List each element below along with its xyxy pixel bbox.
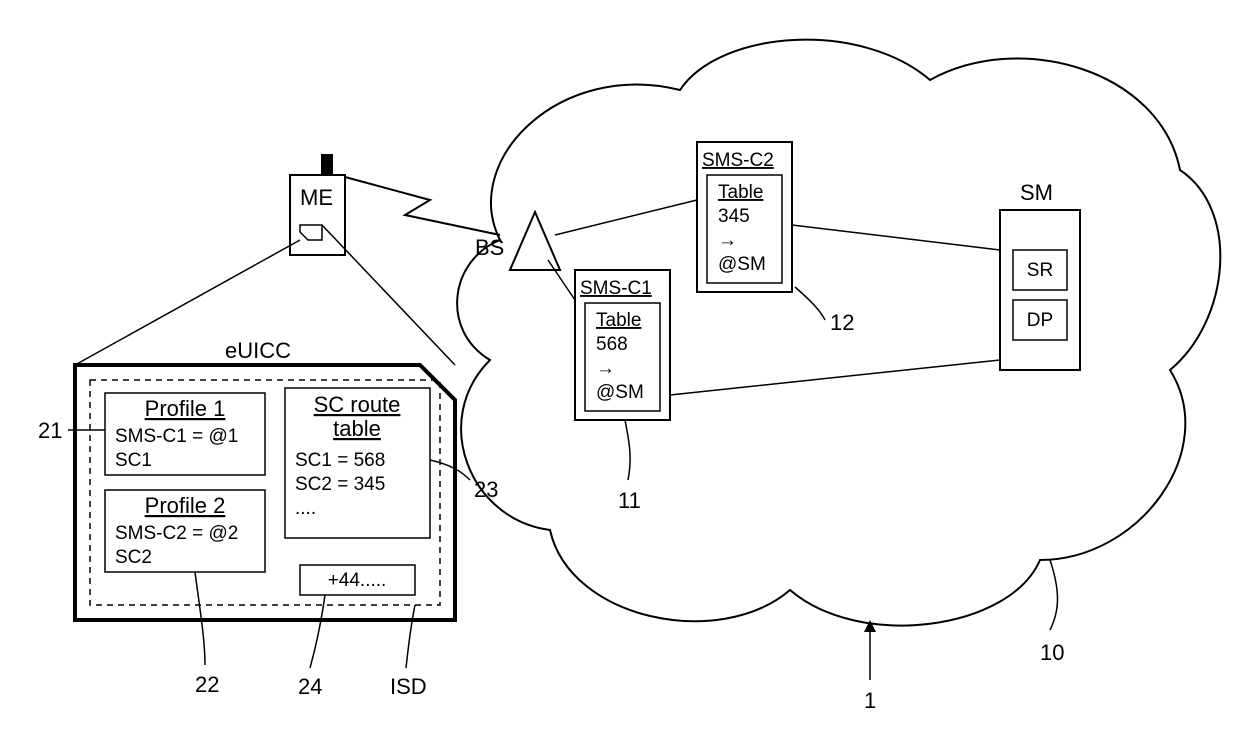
ref-1-arrow	[864, 620, 876, 680]
link-smsc2-sm	[792, 225, 1000, 250]
leader-11	[625, 420, 630, 480]
ref-21: 21	[38, 418, 62, 443]
smsc2-l3: @SM	[718, 254, 766, 275]
ref-22: 22	[195, 672, 219, 697]
ref-23: 23	[474, 477, 498, 502]
ref-11: 11	[618, 488, 641, 513]
smsc1-l3: @SM	[596, 382, 644, 403]
scroute-t2: table	[333, 416, 381, 441]
profile2-l1: SMS-C2 = @2	[115, 523, 238, 544]
smsc2-table-title: Table	[718, 182, 763, 203]
bs-label: BS	[475, 235, 504, 260]
smsc1-box: SMS-C1 Table 568 → @SM	[575, 270, 670, 420]
profile2-l2: SC2	[115, 547, 152, 568]
smsc1-table-title: Table	[596, 310, 641, 331]
link-bs-smsc1	[548, 260, 575, 300]
profile-2-box: Profile 2 SMS-C2 = @2 SC2	[105, 490, 265, 572]
phone-box: +44.....	[300, 565, 415, 595]
link-smsc1-sm	[670, 360, 1000, 395]
magnify-line-right	[322, 225, 455, 365]
profile1-title: Profile 1	[145, 396, 226, 421]
sm-box: SM SR DP	[1000, 180, 1080, 370]
scroute-l2: SC2 = 345	[295, 474, 385, 495]
smsc2-l2: →	[718, 230, 737, 251]
smsc2-box: SMS-C2 Table 345 → @SM	[697, 142, 792, 292]
scroute-l1: SC1 = 568	[295, 450, 385, 471]
sc-route-table-box: SC route table SC1 = 568 SC2 = 345 ....	[285, 388, 430, 538]
link-bs-smsc2	[555, 200, 697, 235]
leader-10	[1050, 560, 1058, 630]
profile1-l1: SMS-C1 = @1	[115, 426, 238, 447]
sm-dp: DP	[1027, 310, 1053, 331]
smsc1-l1: 568	[596, 334, 628, 355]
smsc1-l2: →	[596, 358, 615, 379]
base-station: BS	[475, 212, 560, 270]
ref-24: 24	[298, 674, 322, 699]
sm-label: SM	[1020, 180, 1053, 205]
me-label: ME	[300, 185, 333, 210]
smsc2-l1: 345	[718, 206, 750, 227]
euicc-label: eUICC	[225, 338, 291, 363]
ref-1: 1	[864, 688, 876, 713]
ref-12: 12	[830, 310, 854, 335]
leader-12	[795, 287, 825, 320]
scroute-l3: ....	[295, 498, 316, 519]
smsc1-label: SMS-C1	[580, 278, 652, 299]
smsc2-label: SMS-C2	[702, 150, 774, 171]
ref-10: 10	[1040, 640, 1064, 665]
sm-sr: SR	[1027, 260, 1053, 281]
profile1-l2: SC1	[115, 450, 152, 471]
profile2-title: Profile 2	[145, 493, 226, 518]
scroute-t1: SC route	[314, 392, 401, 417]
isd-label: ISD	[390, 674, 427, 699]
radio-link-icon	[345, 177, 500, 235]
phone-value: +44.....	[328, 570, 387, 591]
profile-1-box: Profile 1 SMS-C1 = @1 SC1	[105, 393, 265, 475]
